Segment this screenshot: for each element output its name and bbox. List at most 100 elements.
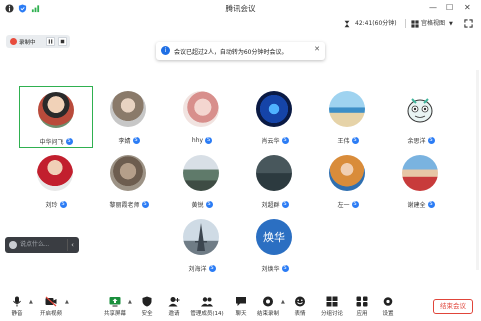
avatar (402, 155, 438, 191)
participant-tile[interactable]: 余思洋 S (384, 86, 458, 148)
participant-tile[interactable]: 肖云华 S (238, 86, 312, 148)
invite-button[interactable]: 邀请 (160, 296, 188, 317)
chat-input[interactable] (20, 239, 66, 251)
meeting-window: 腾讯会议 — ☐ ✕ 42:41(60分钟) 宫格视图 ▼ 录制中 i 会议已超… (0, 0, 481, 321)
stop-recording-toolbar-button[interactable]: 结束录制 (254, 296, 282, 317)
group-icon (326, 296, 338, 307)
participant-tile[interactable]: 焕华 刘焕华 S (238, 214, 312, 276)
participant-tile[interactable]: 黎丽霞老师 S (92, 150, 166, 212)
recording-indicator: 录制中 (6, 35, 70, 48)
eiffel-tower-icon (195, 223, 207, 251)
avatar (183, 155, 219, 191)
chat-input-box: ‹ (5, 237, 79, 253)
security-button[interactable]: 安全 (133, 296, 161, 317)
record-dot-icon (10, 38, 17, 45)
host-badge-icon: S (205, 137, 213, 144)
mute-button[interactable]: 静音 (3, 296, 31, 317)
participant-name: 黄锐 (191, 202, 204, 209)
chevron-up-icon[interactable]: ▲ (281, 299, 285, 305)
chevron-up-icon[interactable]: ▲ (128, 299, 132, 305)
meeting-timer: 42:41(60分钟) (355, 20, 397, 27)
manage-members-button[interactable]: 管理成员(14) (190, 296, 224, 317)
cartoon-avatar-icon (407, 98, 433, 123)
avatar (38, 92, 74, 128)
participant-name: hhy (191, 137, 204, 144)
avatar (329, 155, 365, 191)
gear-icon (383, 297, 393, 306)
participant-tile[interactable]: 刘海洋 S (165, 214, 239, 276)
settings-button[interactable]: 设置 (374, 296, 402, 317)
end-meeting-button[interactable]: 结束会议 (433, 299, 473, 314)
emoji-icon (295, 296, 305, 307)
participant-name: 谢建全 (407, 202, 426, 209)
camera-off-icon (45, 296, 57, 307)
participant-tile[interactable]: 王伟 S (311, 86, 385, 148)
video-button[interactable]: 开启视频 (37, 296, 65, 317)
host-badge-icon: S (351, 137, 359, 144)
minimize-icon[interactable]: — (429, 2, 437, 14)
avatar-initials: 焕华 (263, 231, 285, 244)
participant-name: 余思洋 (407, 138, 426, 145)
grid-view-icon[interactable] (411, 20, 419, 28)
microphone-icon (13, 296, 21, 307)
host-badge-icon: S (205, 201, 213, 208)
chat-bubble-icon (236, 297, 246, 306)
participant-tile[interactable]: 谢建全 S (384, 150, 458, 212)
avatar: 焕华 (256, 219, 292, 255)
participant-name: 刘玲 (45, 202, 58, 209)
host-badge-icon: S (281, 201, 289, 208)
participant-tile[interactable]: 刘超群 S (238, 150, 312, 212)
hourglass-icon (344, 20, 350, 28)
members-icon (201, 297, 213, 307)
view-mode-button[interactable]: 宫格视图 (421, 18, 445, 30)
pause-recording-button[interactable] (46, 37, 55, 46)
chevron-left-icon[interactable]: ‹ (67, 239, 77, 251)
share-screen-button[interactable]: 共享屏幕 (101, 296, 129, 317)
chevron-up-icon[interactable]: ▲ (29, 299, 33, 305)
close-toast-icon[interactable]: ✕ (314, 45, 320, 53)
reaction-button[interactable]: 表情 (286, 296, 314, 317)
participant-tile[interactable]: hhy S (165, 86, 239, 148)
bottom-toolbar: 静音 ▲ 开启视频 ▲ 共享屏幕 ▲ 安全 邀请 管理成员(14) 聊天 结束录… (0, 290, 481, 321)
avatar (256, 155, 292, 191)
divider (405, 19, 406, 28)
participant-name: 刘超群 (261, 202, 280, 209)
host-badge-icon: S (59, 201, 67, 208)
host-badge-icon: S (208, 265, 216, 272)
participant-name: 刘焕华 (261, 266, 280, 273)
avatar (256, 91, 292, 127)
participant-tile[interactable]: 黄锐 S (165, 150, 239, 212)
avatar (183, 219, 219, 255)
chevron-up-icon[interactable]: ▲ (65, 299, 69, 305)
recording-label: 录制中 (19, 40, 36, 46)
participant-tile[interactable]: 中华问飞 S (19, 86, 93, 148)
maximize-icon[interactable]: ☐ (446, 2, 453, 14)
participant-name: 中华问飞 (39, 139, 64, 146)
host-badge-icon: S (141, 201, 149, 208)
apps-button[interactable]: 应用 (348, 296, 376, 317)
info-icon: i (161, 46, 170, 55)
host-badge-icon: S (281, 265, 289, 272)
close-icon[interactable]: ✕ (464, 2, 471, 14)
avatar (110, 91, 146, 127)
host-badge-icon: S (281, 137, 289, 144)
share-screen-icon (109, 297, 121, 307)
record-icon (263, 296, 273, 307)
avatar (183, 91, 219, 127)
emoji-icon[interactable] (9, 241, 17, 249)
toast-message: 会议已超过2人，自动转为60分钟时会议。 (174, 49, 288, 56)
scrollbar[interactable] (476, 70, 479, 270)
chevron-down-icon[interactable]: ▼ (449, 18, 453, 30)
participant-tile[interactable]: 刘玲 S (19, 150, 93, 212)
chat-button[interactable]: 聊天 (227, 296, 255, 317)
participant-name: 肖云华 (261, 138, 280, 145)
participant-tile[interactable]: 李婧 S (92, 86, 166, 148)
participant-name: 刘海洋 (188, 266, 207, 273)
participant-name: 左一 (337, 202, 350, 209)
breakout-rooms-button[interactable]: 分组讨论 (317, 296, 347, 317)
participant-name: 王伟 (337, 138, 350, 145)
participant-tile[interactable]: 左一 S (311, 150, 385, 212)
add-user-icon (168, 297, 180, 307)
fullscreen-icon[interactable] (464, 19, 473, 28)
stop-recording-button[interactable] (58, 37, 67, 46)
